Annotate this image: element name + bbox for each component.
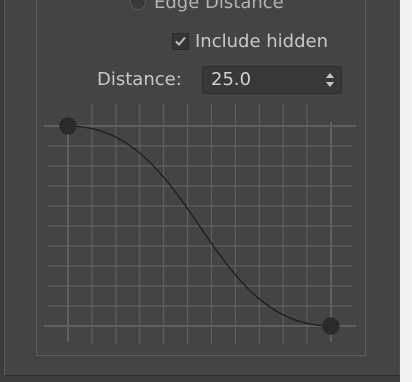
edge-distance-label: Edge Distance bbox=[154, 0, 284, 13]
up-down-arrows-icon[interactable] bbox=[325, 72, 335, 88]
include-hidden-label: Include hidden bbox=[195, 30, 328, 52]
distance-label: Distance: bbox=[97, 69, 182, 90]
edge-distance-option[interactable]: Edge Distance bbox=[130, 0, 284, 14]
include-hidden-option[interactable]: Include hidden bbox=[172, 29, 328, 53]
distance-value[interactable]: 25.0 bbox=[211, 69, 251, 91]
radio-button-icon[interactable] bbox=[130, 0, 146, 10]
include-hidden-checkbox[interactable] bbox=[172, 32, 189, 50]
curve-end-point[interactable] bbox=[322, 317, 340, 335]
distance-spinner[interactable]: 25.0 bbox=[202, 66, 342, 94]
falloff-curve-graph[interactable] bbox=[44, 104, 356, 344]
curve-start-point[interactable] bbox=[59, 117, 77, 135]
window-edge bbox=[400, 0, 412, 382]
checkmark-icon bbox=[175, 36, 186, 46]
curve-grid bbox=[44, 104, 356, 344]
